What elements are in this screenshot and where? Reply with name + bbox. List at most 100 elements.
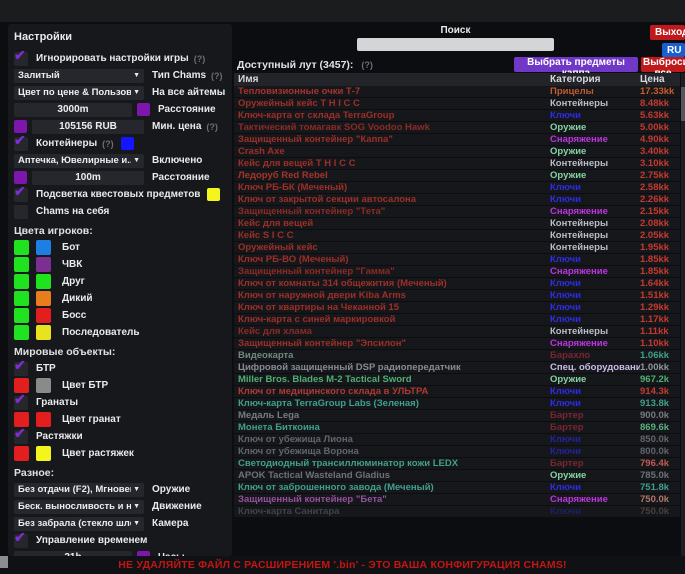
dropdown[interactable]: Залитый ▼ (14, 69, 144, 83)
setting-label: Оружие (152, 484, 190, 495)
scrollbar-thumb[interactable] (681, 87, 685, 121)
setting-label: БТР (36, 363, 56, 374)
color-swatch[interactable] (14, 291, 29, 306)
select-kappa-items-button[interactable]: Выбрать предметы каппа (514, 57, 638, 72)
column-header-category[interactable]: Категория (550, 74, 640, 85)
item-name: Crash Axe (234, 146, 550, 157)
checkbox[interactable]: ✔ (14, 137, 28, 151)
color-swatch[interactable] (137, 103, 150, 116)
exit-button[interactable]: Выход (650, 25, 685, 40)
checkbox[interactable]: ✔ (14, 396, 28, 410)
item-name: Кейс для хлама (234, 326, 550, 337)
table-row[interactable]: Кейс для вещей T H I C C Контейнеры 3.10… (234, 158, 680, 170)
checkbox[interactable]: ✔ (14, 534, 28, 548)
color-swatch[interactable] (14, 325, 29, 340)
table-row[interactable]: Защищенный контейнер "Эпсилон" Снаряжени… (234, 338, 680, 350)
table-row[interactable]: Ключ-карта Санитара Ключи 750.0k (234, 506, 680, 518)
text-input[interactable] (32, 171, 144, 185)
dropdown[interactable]: Беск. выносливость и нет уста ▼ (14, 500, 144, 514)
color-swatch[interactable] (14, 446, 29, 461)
dropdown[interactable]: Без забрала (стекло шлема) ▼ (14, 517, 144, 531)
color-swatch[interactable] (14, 257, 29, 272)
table-row[interactable]: Ключ РБ-ВО (Меченый) Ключи 1.85kk (234, 254, 680, 266)
table-row[interactable]: Ледоруб Red Rebel Оружие 2.75kk (234, 170, 680, 182)
color-swatch[interactable] (36, 291, 51, 306)
color-swatch[interactable] (36, 325, 51, 340)
section-header: Мировые объекты: (14, 344, 226, 360)
table-row[interactable]: APOK Tactical Wasteland Gladius Оружие 7… (234, 470, 680, 482)
item-price: 750.0k (640, 506, 680, 517)
table-row[interactable]: Защищенный контейнер "Каппа" Снаряжение … (234, 134, 680, 146)
color-swatch[interactable] (36, 412, 51, 427)
item-name: Кейс для вещей T H I C C (234, 158, 550, 169)
search-input[interactable] (357, 38, 554, 51)
dropdown[interactable]: Цвет по цене & Пользователь ▼ (14, 86, 144, 100)
color-swatch[interactable] (121, 137, 134, 150)
table-row[interactable]: Crash Axe Оружие 3.40kk (234, 146, 680, 158)
table-row[interactable]: Кейс для хлама Контейнеры 1.11kk (234, 326, 680, 338)
table-row[interactable]: Защищенный контейнер "Бета" Снаряжение 7… (234, 494, 680, 506)
item-price: 1.95kk (640, 242, 680, 253)
color-swatch[interactable] (36, 378, 51, 393)
table-row[interactable]: Кейс S I C C Контейнеры 2.05kk (234, 230, 680, 242)
table-row[interactable]: Тактический томагавк SOG Voodoo Hawk Ору… (234, 122, 680, 134)
table-row[interactable]: Медаль Lega Бартер 900.0k (234, 410, 680, 422)
dropdown[interactable]: Без отдачи (F2), Мгновенное п ▼ (14, 483, 144, 497)
column-header-name[interactable]: Имя (234, 74, 550, 85)
setting-label: Расстояние (152, 172, 210, 183)
checkbox[interactable]: ✔ (14, 362, 28, 376)
table-row[interactable]: Оружейный кейс Контейнеры 1.95kk (234, 242, 680, 254)
table-row[interactable]: Оружейный кейс T H I C C Контейнеры 8.48… (234, 98, 680, 110)
table-row[interactable]: Видеокарта Барахло 1.06kk (234, 350, 680, 362)
checkbox[interactable]: ✔ (14, 188, 28, 202)
dropdown[interactable]: Аптечка, Ювелирные и... ▼ (14, 154, 144, 168)
chevron-down-icon: ▼ (133, 72, 140, 79)
language-button[interactable]: RU (662, 43, 685, 57)
table-row[interactable]: Ключ от убежища Ворона Ключи 800.0k (234, 446, 680, 458)
table-scrollbar[interactable] (681, 73, 685, 556)
item-category: Ключи (550, 446, 640, 457)
table-row[interactable]: Светодиодный трансиллюминатор кожи LEDX … (234, 458, 680, 470)
table-row[interactable]: Miller Bros. Blades M-2 Tactical Sword О… (234, 374, 680, 386)
color-swatch[interactable] (14, 274, 29, 289)
checkbox[interactable]: ✔ (14, 430, 28, 444)
table-row[interactable]: Ключ от комнаты 314 общежития (Меченый) … (234, 278, 680, 290)
item-name: Тактический томагавк SOG Voodoo Hawk (234, 122, 550, 133)
table-row[interactable]: Ключ-карта TerraGroup Labs (Зеленая) Клю… (234, 398, 680, 410)
item-category: Ключи (550, 506, 640, 517)
checkbox[interactable] (14, 205, 28, 219)
color-swatch[interactable] (207, 188, 220, 201)
settings-checkbox-row: ✔ Подсветка квестовых предметов (14, 186, 226, 203)
table-row[interactable]: Монета Биткоина Бартер 869.6k (234, 422, 680, 434)
item-category: Контейнеры (550, 326, 640, 337)
color-swatch[interactable] (36, 446, 51, 461)
setting-label: Подсветка квестовых предметов (36, 189, 200, 200)
table-row[interactable]: Ключ от медицинского склада в УЛЬТРА Клю… (234, 386, 680, 398)
color-swatch[interactable] (36, 274, 51, 289)
text-input[interactable] (14, 103, 132, 117)
table-row[interactable]: Ключ от квартиры на Чеканной 15 Ключи 1.… (234, 302, 680, 314)
table-row[interactable]: Цифровой защищенный DSP радиопередатчик … (234, 362, 680, 374)
table-row[interactable]: Защищенный контейнер "Тета" Снаряжение 2… (234, 206, 680, 218)
setting-label: Мин. цена (152, 121, 201, 132)
table-row[interactable]: Тепловизионные очки Т-7 Прицелы 17.33kk (234, 86, 680, 98)
drop-all-button[interactable]: Выбросить все (641, 57, 685, 72)
color-swatch[interactable] (36, 257, 51, 272)
column-header-price[interactable]: Цена (640, 74, 680, 85)
color-swatch[interactable] (36, 240, 51, 255)
text-input[interactable] (32, 120, 144, 134)
table-row[interactable]: Ключ от наружной двери Kiba Arms Ключи 1… (234, 290, 680, 302)
table-row[interactable]: Защищенный контейнер "Гамма" Снаряжение … (234, 266, 680, 278)
color-swatch[interactable] (14, 308, 29, 323)
table-row[interactable]: Ключ от убежища Лиона Ключи 850.0k (234, 434, 680, 446)
color-swatch[interactable] (36, 308, 51, 323)
table-row[interactable]: Ключ-карта с синей маркировкой Ключи 1.1… (234, 314, 680, 326)
table-row[interactable]: Ключ-карта от склада TerraGroup Ключи 5.… (234, 110, 680, 122)
table-row[interactable]: Кейс для вещей Контейнеры 2.08kk (234, 218, 680, 230)
checkbox[interactable]: ✔ (14, 52, 28, 66)
color-swatch[interactable] (14, 240, 29, 255)
item-category: Ключи (550, 194, 640, 205)
table-row[interactable]: Ключ РБ-БК (Меченый) Ключи 2.58kk (234, 182, 680, 194)
table-row[interactable]: Ключ от закрытой секции автосалона Ключи… (234, 194, 680, 206)
table-row[interactable]: Ключ от заброшенного завода (Меченый) Кл… (234, 482, 680, 494)
